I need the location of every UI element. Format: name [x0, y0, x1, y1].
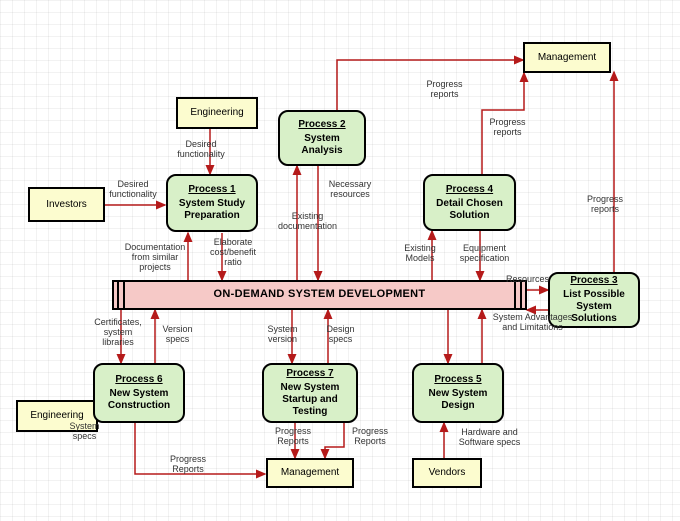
body: Detail Chosen Solution [431, 198, 508, 222]
arrow-layer [0, 0, 680, 521]
entity-management-bottom: Management [266, 458, 354, 488]
body: New System Design [420, 388, 496, 412]
process-6: Process 6 New System Construction [93, 363, 185, 423]
label: Investors [46, 199, 87, 211]
lbl-version-specs: Version specs [155, 325, 200, 345]
label: Management [538, 52, 596, 64]
title: Process 1 [188, 184, 235, 196]
bar-left [117, 282, 125, 308]
title: Process 2 [298, 119, 345, 131]
lbl-system-specs: System specs [62, 422, 107, 442]
lbl-hardware: Hardware and Software specs [452, 428, 527, 448]
body: System Study Preparation [174, 198, 250, 222]
title: Process 4 [446, 184, 493, 196]
label: Management [281, 467, 339, 479]
process-4: Process 4 Detail Chosen Solution [423, 174, 516, 231]
lbl-progress-21: Progress Reports [345, 427, 395, 447]
lbl-necessary: Necessary resources [320, 180, 380, 200]
title: Process 3 [570, 275, 617, 287]
lbl-progress-8: Progress reports [480, 118, 535, 138]
process-1: Process 1 System Study Preparation [166, 174, 258, 232]
title: Process 5 [434, 374, 481, 386]
lbl-desired-functionality-1: Desired functionality [104, 180, 162, 200]
label: ON-DEMAND SYSTEM DEVELOPMENT [214, 288, 426, 301]
process-5: Process 5 New System Design [412, 363, 504, 423]
process-7: Process 7 New System Startup and Testing [262, 363, 358, 423]
diagram-canvas: Investors Engineering Management Enginee… [0, 0, 680, 521]
lbl-progress-19: Progress Reports [163, 455, 213, 475]
lbl-progress-20: Progress Reports [268, 427, 318, 447]
lbl-equipment: Equipment specification [452, 244, 517, 264]
label: Engineering [190, 107, 243, 119]
entity-engineering-top: Engineering [176, 97, 258, 129]
title: Process 6 [115, 374, 162, 386]
lbl-design-specs: Design specs [318, 325, 363, 345]
body: System Analysis [286, 133, 358, 157]
lbl-progress-9: Progress reports [580, 195, 630, 215]
lbl-existing-doc: Existing documentation [270, 212, 345, 232]
lbl-system-version: System version [260, 325, 305, 345]
lbl-documentation: Documentation from similar projects [118, 243, 192, 273]
lbl-certificates: Certificates, system libraries [88, 318, 148, 348]
lbl-existing-models: Existing Models [398, 244, 442, 264]
central-process: ON-DEMAND SYSTEM DEVELOPMENT [112, 280, 527, 310]
entity-vendors: Vendors [412, 458, 482, 488]
body: New System Startup and Testing [270, 382, 350, 418]
process-2: Process 2 System Analysis [278, 110, 366, 166]
lbl-desired-functionality-2: Desired functionality [172, 140, 230, 160]
lbl-elaborate: Elaborate cost/benefit ratio [204, 238, 262, 268]
lbl-resources: Resources [500, 275, 555, 285]
body: New System Construction [101, 388, 177, 412]
lbl-progress-7: Progress reports [417, 80, 472, 100]
bar-right [514, 282, 522, 308]
label: Vendors [429, 467, 466, 479]
lbl-advantages: System Advantages and Limitations [490, 313, 575, 333]
title: Process 7 [286, 368, 333, 380]
entity-investors: Investors [28, 187, 105, 222]
entity-management-top: Management [523, 42, 611, 73]
